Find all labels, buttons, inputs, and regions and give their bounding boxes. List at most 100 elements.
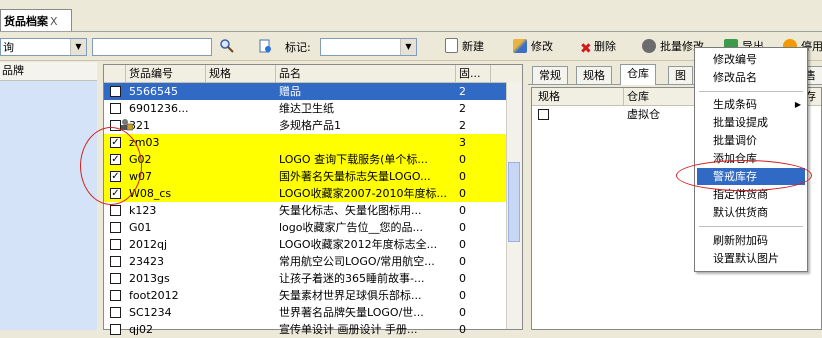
goods-grid: 货品编号 规格 品名 固... 5566545 赠品 2 6901236... 维达卫生… <box>103 64 523 336</box>
tab-goods-archive[interactable]: 货品档案 X <box>0 9 72 31</box>
cell-qty: 0 <box>459 289 466 302</box>
menu-batch-price[interactable]: 批量调价 <box>713 132 757 149</box>
search-icon[interactable] <box>220 39 234 53</box>
cell-name <box>276 134 456 151</box>
grid-header-check <box>104 65 126 82</box>
menu-edit-name[interactable]: 修改品名 <box>713 69 757 86</box>
new-button[interactable]: 新建 <box>445 37 484 57</box>
delete-button-label: 删除 <box>594 40 616 53</box>
table-row[interactable]: ✓ w07 国外著名矢量标志矢量LOGO... 0 <box>104 168 509 185</box>
row-checkbox[interactable] <box>110 222 121 233</box>
grid-header-name[interactable]: 品名 <box>276 65 456 82</box>
table-row[interactable]: foot2012 矢量素材世界足球俱乐部标... 0 <box>104 287 509 304</box>
warehouse-row-checkbox[interactable] <box>538 109 549 120</box>
chevron-down-icon[interactable]: ▼ <box>400 39 416 55</box>
table-row[interactable]: 2012qj LOGO收藏家2012年度标志全... 0 <box>104 236 509 253</box>
cell-name: 多规格产品1 <box>279 119 341 132</box>
cell-spec <box>206 185 276 202</box>
menu-default-supplier[interactable]: 默认供货商 <box>713 204 768 221</box>
edit-button-label: 修改 <box>531 40 553 53</box>
table-row[interactable]: ✓ G02 LOGO 查询下载服务(单个标... 0 <box>104 151 509 168</box>
table-row[interactable]: 321 多规格产品1 2 <box>104 117 509 134</box>
row-checkbox[interactable] <box>110 103 121 114</box>
table-row[interactable]: 6901236... 维达卫生纸 2 <box>104 100 509 117</box>
table-row[interactable]: 2013gs 让孩子着迷的365睡前故事-... 0 <box>104 270 509 287</box>
cell-code: foot2012 <box>129 289 179 302</box>
cell-code: 5566545 <box>129 85 178 98</box>
document-icon[interactable] <box>258 39 272 53</box>
cell-spec <box>206 168 276 185</box>
cell-qty: 3 <box>459 136 466 149</box>
edit-button[interactable]: 修改 <box>513 37 553 57</box>
menu-separator <box>699 226 803 227</box>
cell-qty: 2 <box>459 102 466 115</box>
cell-name: 赠品 <box>279 85 301 98</box>
cell-spec <box>206 83 276 100</box>
document-tab-strip <box>0 0 822 32</box>
mark-combo[interactable]: ▼ <box>320 38 417 56</box>
cell-qty: 0 <box>459 187 466 200</box>
table-row[interactable]: ✓ W08_cs LOGO收藏家2007-2010年度标... 0 <box>104 185 509 202</box>
cell-spec <box>206 304 276 321</box>
cell-qty: 2 <box>459 119 466 132</box>
cell-code: 6901236... <box>129 102 189 115</box>
menu-edit-code[interactable]: 修改编号 <box>713 51 757 68</box>
brand-panel: 品牌 <box>0 62 98 330</box>
table-row[interactable]: 23423 常用航空公司LOGO/常用航空... 0 <box>104 253 509 270</box>
cell-code: G01 <box>129 221 152 234</box>
search-input[interactable] <box>92 38 212 56</box>
cell-qty: 0 <box>459 238 466 251</box>
tab-warehouse[interactable]: 仓库 <box>620 64 656 85</box>
cell-spec <box>206 270 276 287</box>
chevron-down-icon[interactable]: ▼ <box>70 39 86 55</box>
grid-scrollbar-thumb[interactable] <box>508 162 520 242</box>
cell-code: k123 <box>129 204 157 217</box>
menu-batch-commission[interactable]: 批量设提成 <box>713 114 768 131</box>
delete-button[interactable]: ✖ 删除 <box>580 37 616 57</box>
cell-code: SC1234 <box>129 306 172 319</box>
row-checkbox[interactable] <box>110 86 121 97</box>
annotation-oval-alert-stock <box>676 160 812 191</box>
cell-name: 常用航空公司LOGO/常用航空... <box>279 255 435 268</box>
row-checkbox[interactable] <box>110 256 121 267</box>
grid-header-qty[interactable]: 固... <box>456 65 491 82</box>
menu-refresh-addon-code[interactable]: 刷新附加码 <box>713 232 768 249</box>
cell-qty: 0 <box>459 221 466 234</box>
new-doc-icon <box>445 38 458 53</box>
cell-code: 2013gs <box>129 272 170 285</box>
query-combo-value: 询 <box>3 41 14 54</box>
close-tab-icon[interactable]: X <box>50 15 58 28</box>
grid-header-code[interactable]: 货品编号 <box>126 65 206 82</box>
cell-spec <box>206 219 276 236</box>
row-checkbox[interactable] <box>110 205 121 216</box>
row-checkbox[interactable] <box>110 290 121 301</box>
query-combo[interactable]: 询 ▼ <box>0 38 87 56</box>
pencil-icon <box>513 39 527 53</box>
row-checkbox[interactable] <box>110 239 121 250</box>
tab-image[interactable]: 图 <box>668 66 693 84</box>
grid-header-spec[interactable]: 规格 <box>206 65 276 82</box>
grid-scrollbar[interactable] <box>506 82 522 329</box>
table-row[interactable]: G01 logo收藏家广告位__您的品... 0 <box>104 219 509 236</box>
gear-icon <box>642 39 656 53</box>
table-row[interactable]: SC1234 世界著名品牌矢量LOGO/世... 0 <box>104 304 509 321</box>
cell-spec <box>206 253 276 270</box>
cell-spec <box>206 151 276 168</box>
menu-set-default-image[interactable]: 设置默认图片 <box>713 250 779 267</box>
menu-generate-barcode[interactable]: 生成条码 ▶ <box>713 96 807 113</box>
cell-code: 321 <box>129 119 150 132</box>
cell-qty: 0 <box>459 306 466 319</box>
tab-spec[interactable]: 规格 <box>576 66 612 84</box>
cell-name: LOGO 查询下载服务(单个标... <box>279 153 428 166</box>
row-checkbox[interactable] <box>110 273 121 284</box>
row-checkbox[interactable] <box>110 307 121 318</box>
table-row[interactable]: 5566545 赠品 2 <box>104 83 509 100</box>
tab-general[interactable]: 常规 <box>532 66 568 84</box>
delete-x-icon: ✖ <box>580 41 592 57</box>
table-row[interactable]: ✓ zm03 3 <box>104 134 509 151</box>
table-row[interactable]: k123 矢量化标志、矢量化图标用... 0 <box>104 202 509 219</box>
cell-code: 23423 <box>129 255 164 268</box>
cell-name: 国外著名矢量标志矢量LOGO... <box>279 170 431 183</box>
warehouse-header-spec[interactable]: 规格 <box>532 88 624 105</box>
cell-qty: 2 <box>459 85 466 98</box>
